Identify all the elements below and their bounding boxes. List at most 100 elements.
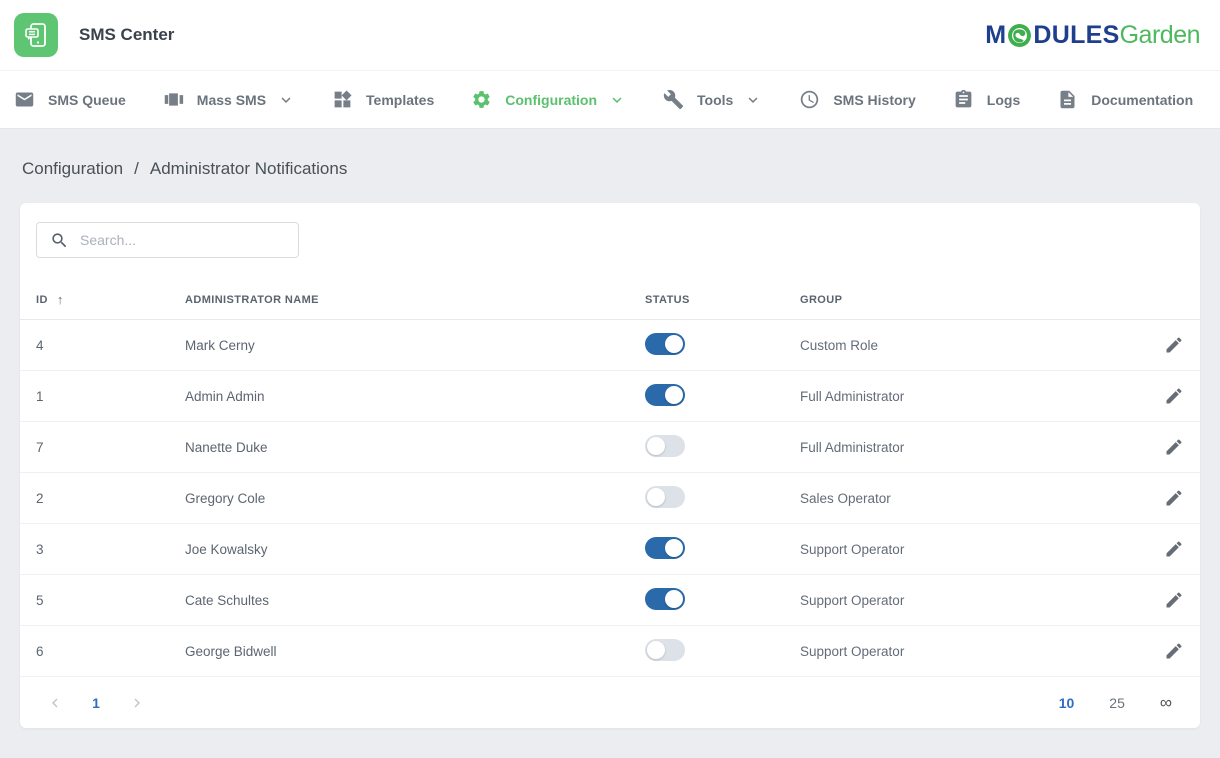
column-header-status[interactable]: STATUS (645, 294, 800, 306)
row-group: Full Administrator (800, 440, 1138, 455)
column-header-group[interactable]: GROUP (800, 294, 1138, 306)
nav-item-tools[interactable]: Tools (663, 89, 762, 110)
table-row: 3 Joe Kowalsky Support Operator (20, 524, 1200, 575)
edit-button[interactable] (1164, 437, 1184, 457)
administrators-table: ID ↑ ADMINISTRATOR NAME STATUS GROUP 4 M… (20, 280, 1200, 677)
next-page-button[interactable] (128, 694, 146, 712)
row-group: Full Administrator (800, 389, 1138, 404)
brand-text-dules: DULES (1033, 23, 1119, 48)
page-navigation: 1 (46, 694, 146, 712)
status-toggle-on[interactable] (645, 588, 685, 610)
status-toggle-on[interactable] (645, 333, 685, 355)
page-size-10[interactable]: 10 (1059, 695, 1075, 711)
toggle-knob (647, 488, 665, 506)
clock-icon (799, 89, 820, 110)
row-id: 5 (36, 593, 185, 608)
breadcrumb-parent[interactable]: Configuration (22, 159, 123, 179)
table-row: 6 George Bidwell Support Operator (20, 626, 1200, 677)
nav-item-sms-queue[interactable]: SMS Queue (14, 89, 126, 110)
carousel-icon (163, 89, 184, 110)
breadcrumb-current: Administrator Notifications (150, 159, 347, 179)
row-admin-name: Gregory Cole (185, 491, 645, 506)
row-id: 6 (36, 644, 185, 659)
row-admin-name: Cate Schultes (185, 593, 645, 608)
toggle-knob (647, 641, 665, 659)
nav-item-configuration[interactable]: Configuration (471, 89, 626, 110)
row-group: Support Operator (800, 542, 1138, 557)
nav-item-templates[interactable]: Templates (332, 89, 434, 110)
pencil-icon (1164, 386, 1184, 406)
page-size-selector: 10 25 ∞ (1059, 693, 1172, 713)
status-toggle-off[interactable] (645, 486, 685, 508)
table-row: 4 Mark Cerny Custom Role (20, 320, 1200, 371)
widgets-icon (332, 89, 353, 110)
row-id: 2 (36, 491, 185, 506)
pencil-icon (1164, 437, 1184, 457)
table-row: 2 Gregory Cole Sales Operator (20, 473, 1200, 524)
chevron-down-icon (277, 91, 295, 109)
table-row: 5 Cate Schultes Support Operator (20, 575, 1200, 626)
search-input[interactable] (80, 232, 288, 248)
brand-text-m: M (985, 23, 1006, 48)
brand-text-garden: Garden (1120, 23, 1200, 48)
row-group: Support Operator (800, 593, 1138, 608)
row-group: Support Operator (800, 644, 1138, 659)
nav-item-sms-history[interactable]: SMS History (799, 89, 915, 110)
pencil-icon (1164, 335, 1184, 355)
chevron-down-icon (608, 91, 626, 109)
page-size-infinity[interactable]: ∞ (1160, 693, 1172, 713)
row-id: 3 (36, 542, 185, 557)
document-icon (1057, 89, 1078, 110)
status-toggle-on[interactable] (645, 384, 685, 406)
column-header-id[interactable]: ID ↑ (36, 292, 185, 307)
clipboard-icon (953, 89, 974, 110)
app-title: SMS Center (79, 25, 174, 45)
page-size-25[interactable]: 25 (1109, 695, 1125, 711)
nav-item-logs[interactable]: Logs (953, 89, 1020, 110)
pencil-icon (1164, 641, 1184, 661)
breadcrumb-separator: / (134, 159, 139, 179)
prev-page-button[interactable] (46, 694, 64, 712)
toggle-knob (665, 386, 683, 404)
nav-item-documentation[interactable]: Documentation (1057, 89, 1193, 110)
modulesgarden-logo: M DULES Garden (985, 23, 1200, 48)
toggle-knob (665, 539, 683, 557)
gear-icon (471, 89, 492, 110)
pencil-icon (1164, 590, 1184, 610)
row-group: Custom Role (800, 338, 1138, 353)
edit-button[interactable] (1164, 386, 1184, 406)
row-group: Sales Operator (800, 491, 1138, 506)
row-admin-name: Nanette Duke (185, 440, 645, 455)
pagination-bar: 1 10 25 ∞ (20, 677, 1200, 728)
row-admin-name: Mark Cerny (185, 338, 645, 353)
row-admin-name: George Bidwell (185, 644, 645, 659)
edit-button[interactable] (1164, 488, 1184, 508)
search-box (36, 222, 299, 258)
sms-center-logo-icon (14, 13, 58, 57)
toggle-knob (665, 590, 683, 608)
main-nav: SMS Queue Mass SMS Templates Configurati… (0, 71, 1220, 129)
table-body: 4 Mark Cerny Custom Role 1 Admin Admin F… (20, 320, 1200, 677)
nav-item-mass-sms[interactable]: Mass SMS (163, 89, 295, 110)
row-id: 4 (36, 338, 185, 353)
edit-button[interactable] (1164, 590, 1184, 610)
sort-asc-icon: ↑ (57, 292, 64, 307)
table-header-row: ID ↑ ADMINISTRATOR NAME STATUS GROUP (20, 280, 1200, 320)
app-header: SMS Center M DULES Garden (0, 0, 1220, 71)
row-id: 7 (36, 440, 185, 455)
row-id: 1 (36, 389, 185, 404)
status-toggle-off[interactable] (645, 639, 685, 661)
row-admin-name: Admin Admin (185, 389, 645, 404)
status-toggle-on[interactable] (645, 537, 685, 559)
column-header-administrator-name[interactable]: ADMINISTRATOR NAME (185, 294, 645, 306)
breadcrumb: Configuration / Administrator Notificati… (0, 129, 1220, 203)
table-row: 7 Nanette Duke Full Administrator (20, 422, 1200, 473)
pencil-icon (1164, 488, 1184, 508)
edit-button[interactable] (1164, 335, 1184, 355)
edit-button[interactable] (1164, 641, 1184, 661)
page-number[interactable]: 1 (88, 695, 104, 711)
table-row: 1 Admin Admin Full Administrator (20, 371, 1200, 422)
pencil-icon (1164, 539, 1184, 559)
edit-button[interactable] (1164, 539, 1184, 559)
status-toggle-off[interactable] (645, 435, 685, 457)
